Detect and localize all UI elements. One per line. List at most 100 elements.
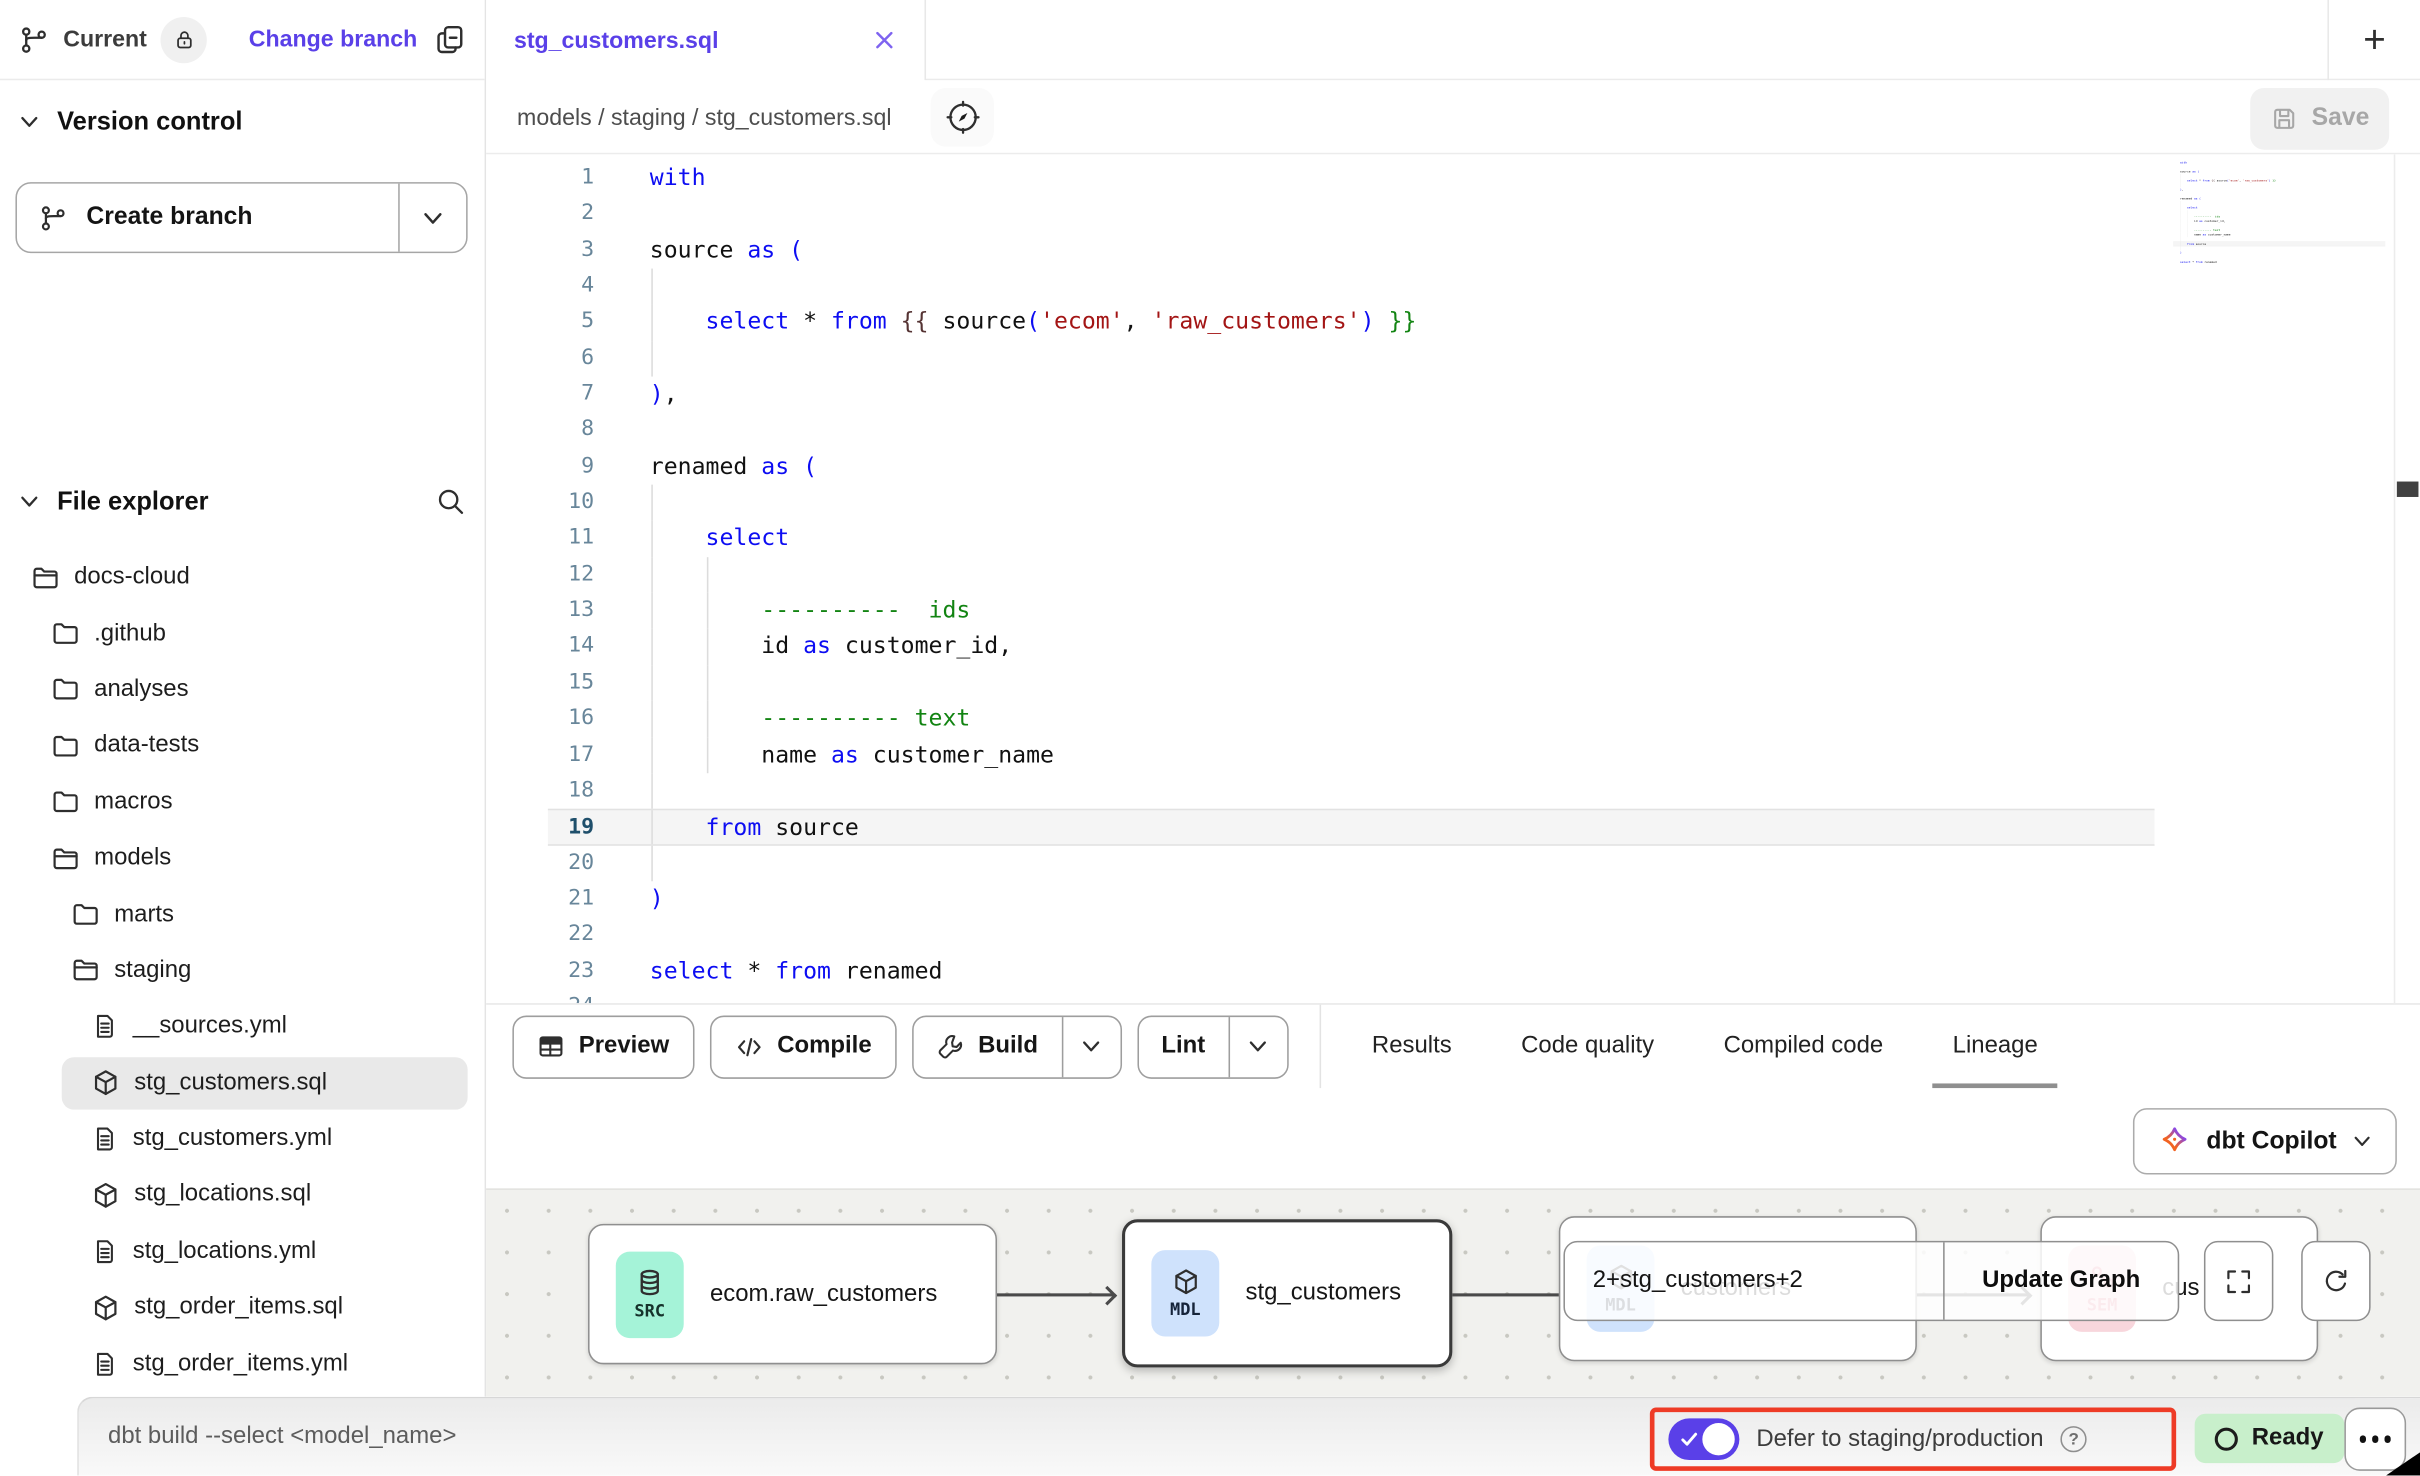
version-control-header[interactable]: Version control [0, 99, 485, 145]
line-number: 10 [548, 485, 594, 521]
save-button[interactable]: Save [2250, 88, 2389, 150]
command-bar[interactable]: dbt build --select <model_name> Defer to… [77, 1397, 2420, 1476]
line-text [594, 773, 2154, 809]
code-line-7[interactable]: 7), [548, 377, 2155, 413]
code-line-1[interactable]: 1with [548, 161, 2155, 197]
code-line-3[interactable]: 3source as ( [548, 233, 2155, 269]
code-line-2[interactable]: 2 [548, 197, 2155, 233]
code-line-21[interactable]: 21) [548, 881, 2155, 917]
editor-scrollbar-thumb[interactable] [2397, 482, 2419, 497]
code-editor[interactable]: 1with23source as (45 select * from {{ so… [486, 154, 2420, 1003]
line-number: 5 [548, 305, 594, 341]
defer-toggle[interactable] [1668, 1418, 1739, 1460]
compile-button[interactable]: Compile [709, 1015, 896, 1078]
more-options-button[interactable] [2344, 1408, 2406, 1471]
lint-menu-button[interactable] [1228, 1016, 1287, 1076]
help-icon[interactable]: ? [2061, 1426, 2087, 1452]
sidebar-item-stg-order-items-sql[interactable]: stg_order_items.sql [0, 1280, 485, 1336]
fullscreen-icon [2224, 1266, 2253, 1295]
code-line-9[interactable]: 9renamed as ( [548, 449, 2155, 485]
tab-results[interactable]: Results [1372, 1004, 1452, 1089]
close-icon[interactable] [872, 28, 897, 53]
search-icon[interactable] [435, 486, 466, 517]
file-explorer-header[interactable]: File explorer [0, 478, 485, 524]
dbt-copilot-label: dbt Copilot [2206, 1127, 2336, 1155]
code-line-24[interactable] [2173, 264, 2385, 269]
sidebar-item-docs-cloud[interactable]: docs-cloud [0, 549, 485, 605]
line-number: 1 [548, 161, 594, 197]
sidebar-item-data-tests[interactable]: data-tests [0, 718, 485, 774]
copy-icon[interactable] [434, 23, 466, 55]
chevron-down-icon [1080, 1036, 1102, 1058]
indent-guide [706, 593, 708, 629]
code-line-23[interactable]: 23select * from renamed [548, 953, 2155, 989]
lineage-selector-input[interactable]: 2+stg_customers+2 [1565, 1242, 1943, 1319]
build-button[interactable]: Build [913, 1016, 1061, 1076]
code-line-17[interactable]: 17 name as customer_name [548, 737, 2155, 773]
tab-stg-customers-sql[interactable]: stg_customers.sql [486, 0, 926, 80]
tab-code-quality[interactable]: Code quality [1521, 1004, 1654, 1089]
line-text [2173, 264, 2385, 269]
sidebar-item--sources-yml[interactable]: __sources.yml [0, 999, 485, 1055]
code-line-24[interactable]: 24 [548, 989, 2155, 1003]
line-text: select * from {{ source('ecom', 'raw_cus… [594, 305, 2154, 341]
sidebar-item--github[interactable]: .github [0, 606, 485, 662]
fullscreen-button[interactable] [2204, 1241, 2273, 1321]
code-line-20[interactable]: 20 [548, 845, 2155, 881]
code-line-5[interactable]: 5 select * from {{ source('ecom', 'raw_c… [548, 305, 2155, 341]
sidebar-item-macros[interactable]: macros [0, 774, 485, 830]
code-line-19[interactable]: 19 from source [548, 809, 2155, 845]
lineage-panel[interactable]: SRCecom.raw_customersMDLstg_customersMDL… [486, 1188, 2420, 1396]
build-menu-button[interactable] [1061, 1016, 1120, 1076]
code-line-16[interactable]: 16 ---------- text [548, 701, 2155, 737]
lineage-node-stg-customers[interactable]: MDLstg_customers [1122, 1219, 1452, 1367]
lineage-node-ecom-raw-customers[interactable]: SRCecom.raw_customers [588, 1224, 997, 1364]
code-line-18[interactable]: 18 [548, 773, 2155, 809]
minimap[interactable]: withsource as ( select * from {{ source(… [2173, 161, 2405, 292]
tab-compiled-code[interactable]: Compiled code [1724, 1004, 1884, 1089]
sidebar-item-marts[interactable]: marts [0, 886, 485, 942]
code-line-4[interactable]: 4 [548, 269, 2155, 305]
defer-label: Defer to staging/production [1756, 1425, 2043, 1453]
dbt-copilot-button[interactable]: dbt Copilot [2132, 1108, 2397, 1174]
sidebar-item-staging[interactable]: staging [0, 943, 485, 999]
change-branch-link[interactable]: Change branch [249, 26, 418, 52]
preview-button[interactable]: Preview [512, 1015, 694, 1078]
docs-compass-button[interactable] [931, 88, 994, 147]
indent-guide [651, 811, 653, 844]
code-line-14[interactable]: 14 id as customer_id, [548, 629, 2155, 665]
indent-guide [651, 701, 653, 737]
line-text: renamed as ( [594, 449, 2154, 485]
code-line-10[interactable]: 10 [548, 485, 2155, 521]
code-line-8[interactable]: 8 [548, 413, 2155, 449]
status-ready-label: Ready [2252, 1425, 2324, 1453]
code-line-13[interactable]: 13 ---------- ids [548, 593, 2155, 629]
file-icon [91, 1013, 119, 1041]
indent-guide [651, 773, 653, 809]
tab-lineage[interactable]: Lineage [1953, 1004, 2038, 1089]
sidebar-item-stg-customers-sql[interactable]: stg_customers.sql [0, 1055, 485, 1111]
line-number: 15 [548, 665, 594, 701]
lint-button[interactable]: Lint [1138, 1016, 1228, 1076]
command-input-placeholder[interactable]: dbt build --select <model_name> [108, 1398, 456, 1475]
create-branch-menu-button[interactable] [398, 184, 466, 252]
update-graph-button[interactable]: Update Graph [1943, 1242, 2178, 1319]
sidebar-item-models[interactable]: models [0, 830, 485, 886]
new-tab-button[interactable]: + [2327, 0, 2420, 80]
code-line-11[interactable]: 11 select [548, 521, 2155, 557]
line-number: 19 [548, 811, 594, 844]
ellipsis-icon [2359, 1436, 2366, 1443]
create-branch-button[interactable]: Create branch [17, 184, 398, 252]
sidebar-item-stg-customers-yml[interactable]: stg_customers.yml [0, 1111, 485, 1167]
sidebar-item-stg-order-items-yml[interactable]: stg_order_items.yml [0, 1336, 485, 1392]
git-branch-icon [39, 203, 68, 232]
refresh-button[interactable] [2301, 1241, 2370, 1321]
code-line-22[interactable]: 22 [548, 917, 2155, 953]
sidebar-item-stg-locations-yml[interactable]: stg_locations.yml [0, 1223, 485, 1279]
code-line-12[interactable]: 12 [548, 557, 2155, 593]
sidebar-item-stg-locations-sql[interactable]: stg_locations.sql [0, 1167, 485, 1223]
code-line-15[interactable]: 15 [548, 665, 2155, 701]
code-line-6[interactable]: 6 [548, 341, 2155, 377]
sidebar-item-analyses[interactable]: analyses [0, 662, 485, 718]
lineage-node-label: stg_customers [1245, 1279, 1401, 1307]
